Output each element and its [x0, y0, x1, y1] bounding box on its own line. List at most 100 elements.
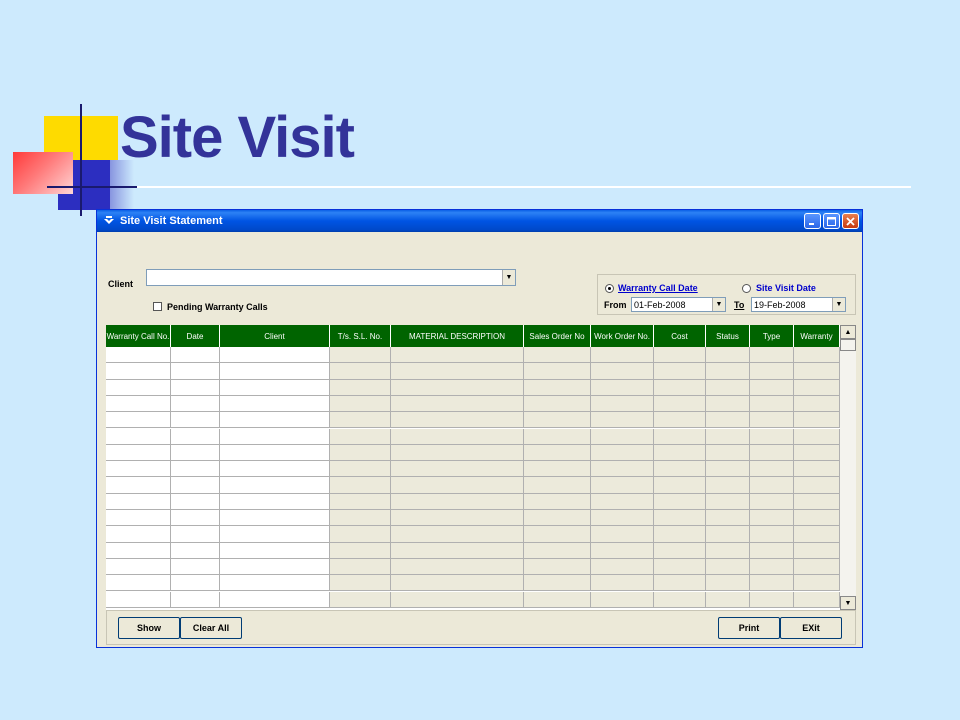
grid-cell[interactable] — [794, 558, 840, 576]
grid-cell[interactable] — [750, 558, 794, 576]
grid-cell[interactable] — [171, 526, 220, 543]
grid-cell[interactable] — [654, 591, 706, 608]
grid-cell[interactable] — [654, 395, 706, 413]
grid-cell[interactable] — [654, 461, 706, 478]
grid-cell[interactable] — [106, 428, 171, 445]
grid-cell[interactable] — [220, 461, 330, 478]
grid-cell[interactable] — [171, 461, 220, 478]
grid-cell[interactable] — [524, 363, 591, 380]
scroll-up-icon[interactable]: ▲ — [840, 325, 856, 339]
grid-cell[interactable] — [391, 526, 524, 543]
grid-cell[interactable] — [171, 493, 220, 510]
grid-cell[interactable] — [391, 347, 524, 364]
window-titlebar[interactable]: Site Visit Statement — [97, 210, 862, 232]
grid-cell[interactable] — [750, 477, 794, 494]
grid-cell[interactable] — [106, 363, 171, 380]
grid-cell[interactable] — [106, 395, 171, 413]
grid-cell[interactable] — [654, 510, 706, 527]
grid-cell[interactable] — [330, 363, 391, 380]
grid-cell[interactable] — [391, 412, 524, 429]
chevron-down-icon[interactable]: ▼ — [502, 270, 515, 285]
grid-cell[interactable] — [750, 510, 794, 527]
grid-cell[interactable] — [591, 412, 654, 429]
grid-cell[interactable] — [706, 461, 750, 478]
grid-cell[interactable] — [794, 428, 840, 445]
grid-cell[interactable] — [330, 379, 391, 396]
grid-cell[interactable] — [654, 477, 706, 494]
warranty-date-radio[interactable] — [605, 284, 614, 293]
grid-cell[interactable] — [171, 510, 220, 527]
scroll-down-icon[interactable]: ▼ — [840, 596, 856, 610]
grid-cell[interactable] — [220, 347, 330, 364]
grid-cell[interactable] — [220, 575, 330, 592]
grid-cell[interactable] — [106, 347, 171, 364]
grid-cell[interactable] — [654, 412, 706, 429]
grid-cell[interactable] — [654, 526, 706, 543]
grid-cell[interactable] — [391, 379, 524, 396]
grid-cell[interactable] — [750, 526, 794, 543]
clear-all-button[interactable]: Clear All — [180, 617, 242, 639]
grid-cell[interactable] — [654, 428, 706, 445]
grid-cell[interactable] — [750, 379, 794, 396]
grid-cell[interactable] — [171, 591, 220, 608]
grid-cell[interactable] — [654, 379, 706, 396]
grid-cell[interactable] — [706, 379, 750, 396]
grid-cell[interactable] — [171, 363, 220, 380]
grid-cell[interactable] — [171, 444, 220, 462]
grid-cell[interactable] — [220, 558, 330, 576]
grid-cell[interactable] — [391, 510, 524, 527]
grid-cell[interactable] — [171, 542, 220, 559]
grid-cell[interactable] — [750, 347, 794, 364]
print-button[interactable]: Print — [718, 617, 780, 639]
site-visit-date-radio[interactable] — [742, 284, 751, 293]
grid-cell[interactable] — [391, 461, 524, 478]
grid-cell[interactable] — [591, 493, 654, 510]
grid-cell[interactable] — [706, 395, 750, 413]
grid-cell[interactable] — [524, 493, 591, 510]
grid-cell[interactable] — [171, 558, 220, 576]
chevron-down-icon[interactable]: ▼ — [712, 298, 725, 311]
grid-cell[interactable] — [106, 379, 171, 396]
grid-cell[interactable] — [706, 510, 750, 527]
grid-cell[interactable] — [220, 526, 330, 543]
grid-cell[interactable] — [220, 477, 330, 494]
grid-cell[interactable] — [106, 461, 171, 478]
grid-cell[interactable] — [106, 591, 171, 608]
warranty-date-radio-label[interactable]: Warranty Call Date — [618, 283, 698, 293]
grid-cell[interactable] — [706, 575, 750, 592]
grid-cell[interactable] — [106, 444, 171, 462]
grid-cell[interactable] — [591, 363, 654, 380]
grid-cell[interactable] — [330, 542, 391, 559]
grid-cell[interactable] — [391, 477, 524, 494]
grid-cell[interactable] — [220, 542, 330, 559]
grid-cell[interactable] — [106, 542, 171, 559]
grid-cell[interactable] — [391, 428, 524, 445]
grid-cell[interactable] — [524, 412, 591, 429]
grid-cell[interactable] — [654, 444, 706, 462]
grid-cell[interactable] — [106, 412, 171, 429]
grid-cell[interactable] — [524, 542, 591, 559]
grid-cell[interactable] — [706, 526, 750, 543]
grid-cell[interactable] — [591, 575, 654, 592]
grid-cell[interactable] — [106, 526, 171, 543]
grid-cell[interactable] — [591, 542, 654, 559]
grid-cell[interactable] — [591, 428, 654, 445]
grid-cell[interactable] — [706, 493, 750, 510]
chevron-down-icon[interactable]: ▼ — [832, 298, 845, 311]
from-date-combo[interactable]: 01-Feb-2008 ▼ — [631, 297, 726, 312]
grid-cell[interactable] — [330, 428, 391, 445]
grid-cell[interactable] — [330, 461, 391, 478]
grid-cell[interactable] — [330, 347, 391, 364]
grid-cell[interactable] — [171, 395, 220, 413]
grid-cell[interactable] — [524, 444, 591, 462]
grid-cell[interactable] — [330, 395, 391, 413]
grid-cell[interactable] — [591, 347, 654, 364]
grid-cell[interactable] — [750, 461, 794, 478]
grid-cell[interactable] — [750, 493, 794, 510]
grid-cell[interactable] — [330, 493, 391, 510]
grid-cell[interactable] — [330, 477, 391, 494]
show-button[interactable]: Show — [118, 617, 180, 639]
grid-cell[interactable] — [794, 575, 840, 592]
grid-cell[interactable] — [591, 510, 654, 527]
grid-cell[interactable] — [524, 558, 591, 576]
